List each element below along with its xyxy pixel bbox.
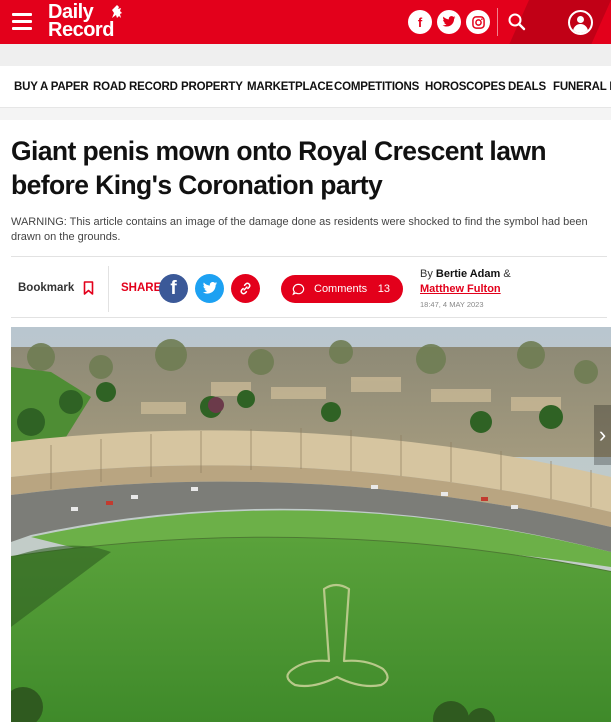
nav-item-marketplace[interactable]: MARKETPLACE xyxy=(247,81,333,93)
chevron-right-icon[interactable]: › xyxy=(594,405,611,465)
nav-item-road-record[interactable]: ROAD RECORD xyxy=(93,81,178,93)
byline-prefix: By xyxy=(420,268,433,280)
hero-image-aerial-crescent[interactable] xyxy=(11,327,611,722)
meta-top-rule xyxy=(11,256,607,257)
article-timestamp: 18:47, 4 MAY 2023 xyxy=(420,300,484,309)
article-headline: Giant penis mown onto Royal Crescent law… xyxy=(11,136,547,200)
facebook-icon[interactable]: f xyxy=(408,10,432,34)
facebook-share-icon[interactable]: f xyxy=(159,274,188,303)
nav-item-property[interactable]: PROPERTY xyxy=(181,81,243,93)
nav-item-horoscopes[interactable]: HOROSCOPES xyxy=(425,81,506,93)
twitter-icon[interactable] xyxy=(437,10,461,34)
menu-icon[interactable] xyxy=(12,13,32,30)
bookmark-label[interactable]: Bookmark xyxy=(18,282,74,294)
nav-item-funeral-notices[interactable]: FUNERAL N xyxy=(553,81,611,93)
section-nav: BUY A PAPER ROAD RECORD PROPERTY MARKETP… xyxy=(0,66,611,108)
instagram-icon[interactable] xyxy=(466,10,490,34)
nav-item-buy-a-paper[interactable]: BUY A PAPER xyxy=(14,81,89,93)
byline-joiner: & xyxy=(503,268,511,280)
lion-rampant-icon xyxy=(112,5,122,18)
article-standfirst: WARNING: This article contains an image … xyxy=(11,216,588,243)
copy-link-icon[interactable] xyxy=(231,274,260,303)
author-name[interactable]: Bertie Adam xyxy=(436,268,500,280)
account-icon[interactable] xyxy=(568,10,593,35)
comments-button[interactable]: Comments 13 xyxy=(281,275,403,303)
header-divider xyxy=(497,8,498,36)
nav-item-competitions[interactable]: COMPETITIONS xyxy=(334,81,419,93)
meta-bottom-rule xyxy=(11,317,607,318)
share-label: SHARE xyxy=(121,282,162,294)
search-icon[interactable] xyxy=(507,12,527,32)
action-divider xyxy=(108,266,109,312)
section-separator xyxy=(0,108,611,120)
ad-strip xyxy=(0,44,611,66)
byline: By Bertie Adam & Matthew Fulton xyxy=(420,267,511,297)
nav-item-deals[interactable]: DEALS xyxy=(508,81,546,93)
site-header: Daily Record f xyxy=(0,0,611,44)
bookmark-icon[interactable] xyxy=(83,281,94,295)
site-logo[interactable]: Daily Record xyxy=(48,2,114,40)
author-link[interactable]: Matthew Fulton xyxy=(420,283,501,295)
twitter-share-icon[interactable] xyxy=(195,274,224,303)
comments-label: Comments xyxy=(314,283,368,295)
comments-count: 13 xyxy=(377,283,390,295)
speech-bubble-icon xyxy=(292,283,305,295)
